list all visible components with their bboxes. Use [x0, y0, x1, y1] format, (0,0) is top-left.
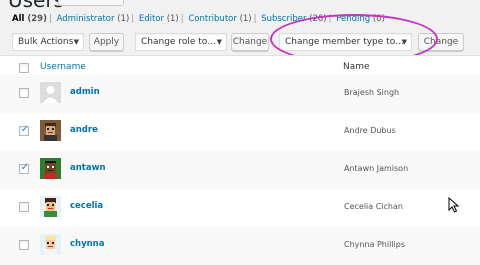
username-link[interactable]: andre	[70, 125, 98, 135]
bulk-actions-label: Bulk Actions	[18, 37, 74, 47]
column-username[interactable]: Username	[40, 62, 86, 72]
user-fullname: Chynna Phillips	[344, 240, 406, 249]
chevron-down-icon: ▼	[216, 38, 222, 46]
avatar-icon	[40, 196, 61, 217]
default-avatar-icon	[40, 82, 61, 103]
username-link[interactable]: antawn	[70, 163, 106, 173]
table-row: chynna Chynna Phillips	[0, 227, 480, 265]
table-row: ✓ antawn Antawn Jamison	[0, 151, 480, 189]
page-title: Users	[8, 0, 65, 12]
filter-all[interactable]: All (29)	[12, 14, 47, 24]
bulk-actions-select[interactable]: Bulk Actions ▼	[12, 33, 84, 51]
apply-button[interactable]: Apply	[89, 33, 124, 51]
row-checkbox[interactable]	[19, 202, 29, 212]
column-name: Name	[343, 62, 370, 72]
user-fullname: Antawn Jamison	[344, 164, 409, 173]
chevron-down-icon: ▼	[73, 38, 79, 46]
checkmark-icon: ✓	[20, 162, 30, 173]
user-fullname: Andre Dubus	[344, 126, 396, 135]
change-role-button[interactable]: Change	[231, 33, 269, 51]
select-all-checkbox[interactable]	[19, 63, 29, 73]
row-checkbox[interactable]: ✓	[19, 124, 30, 136]
row-checkbox[interactable]: ✓	[19, 162, 30, 174]
change-role-select[interactable]: Change role to… ▼	[135, 33, 227, 51]
checkmark-icon: ✓	[20, 124, 30, 135]
table-row: ✓ andre Andre Dubus	[0, 113, 480, 151]
user-fullname: Cecelia Cichan	[344, 202, 403, 211]
table-row: cecelia Cecelia Cichan	[0, 189, 480, 227]
filter-administrator[interactable]: Administrator	[57, 14, 115, 24]
change-role-label: Change role to…	[141, 37, 217, 47]
filter-editor[interactable]: Editor	[139, 14, 164, 24]
user-fullname: Brajesh Singh	[344, 88, 400, 97]
filter-contributor[interactable]: Contributor	[188, 14, 237, 24]
avatar-icon	[40, 234, 61, 255]
mouse-cursor-icon	[448, 197, 460, 213]
username-link[interactable]: cecelia	[70, 201, 103, 211]
row-checkbox[interactable]	[19, 88, 29, 98]
avatar-icon	[40, 120, 61, 141]
avatar-icon	[40, 158, 61, 179]
add-new-button[interactable]	[58, 0, 124, 6]
username-link[interactable]: chynna	[70, 239, 104, 249]
row-checkbox[interactable]	[19, 240, 29, 250]
users-table: Username Name admin Brajesh Singh ✓ andr…	[0, 55, 480, 265]
username-link[interactable]: admin	[70, 87, 100, 97]
table-row: admin Brajesh Singh	[0, 75, 480, 113]
